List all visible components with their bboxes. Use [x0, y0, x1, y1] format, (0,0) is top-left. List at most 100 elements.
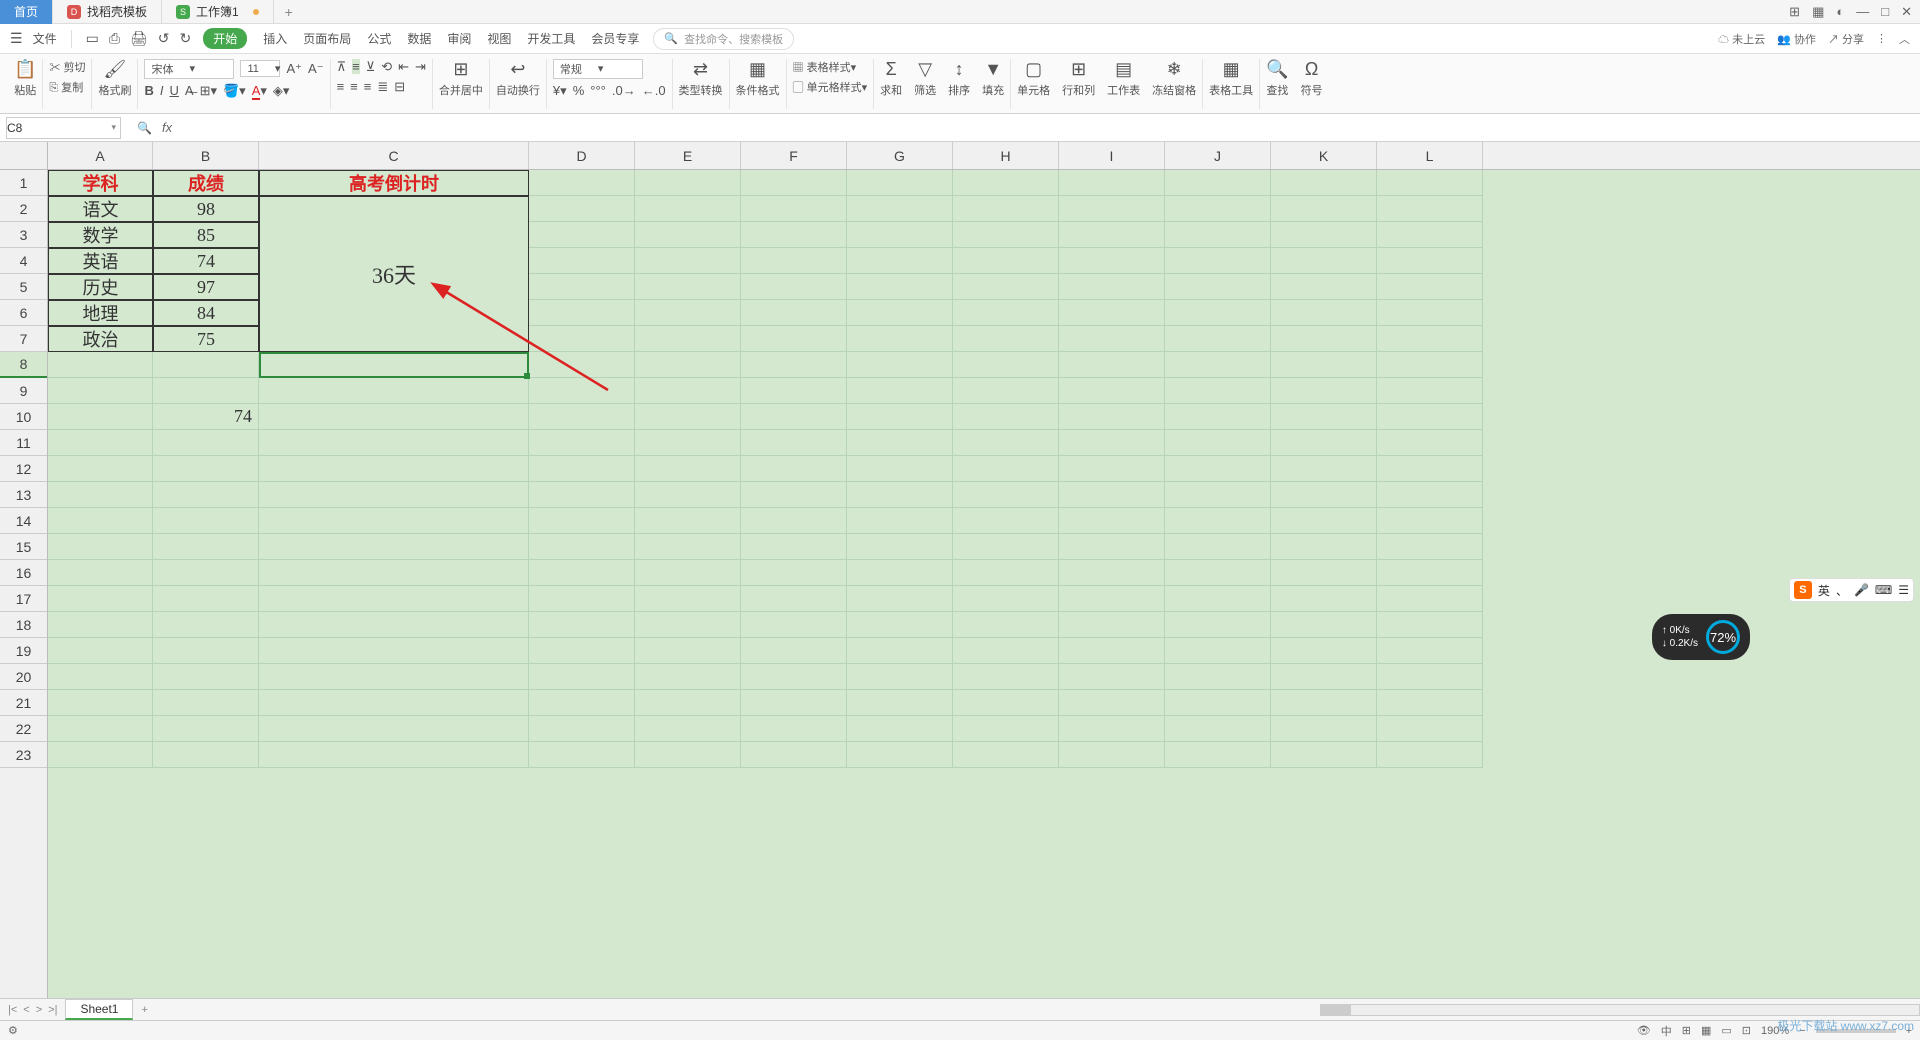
select-all-corner[interactable]	[0, 142, 48, 170]
underline-button[interactable]: U	[170, 83, 179, 98]
phonetic-button[interactable]: ◈▾	[273, 83, 290, 99]
cell-A21[interactable]	[48, 690, 153, 716]
cell-E19[interactable]	[635, 638, 741, 664]
cell-I18[interactable]	[1059, 612, 1165, 638]
view-break-icon[interactable]: ▭	[1721, 1024, 1731, 1037]
row-header-7[interactable]: 7	[0, 326, 47, 352]
cell-E12[interactable]	[635, 456, 741, 482]
cell-F14[interactable]	[741, 508, 847, 534]
cell-F7[interactable]	[741, 326, 847, 352]
cell-D19[interactable]	[529, 638, 635, 664]
cell-L18[interactable]	[1377, 612, 1483, 638]
cell-B21[interactable]	[153, 690, 259, 716]
cell-E9[interactable]	[635, 378, 741, 404]
cell-F4[interactable]	[741, 248, 847, 274]
cell-J9[interactable]	[1165, 378, 1271, 404]
user-icon[interactable]: ◐	[1836, 4, 1844, 19]
cell-L3[interactable]	[1377, 222, 1483, 248]
cell-A20[interactable]	[48, 664, 153, 690]
cell-F5[interactable]	[741, 274, 847, 300]
symbol-button[interactable]: Ω符号	[1301, 59, 1323, 98]
table-style-button[interactable]: ▦ 表格样式▾	[793, 59, 868, 75]
cell-L16[interactable]	[1377, 560, 1483, 586]
cell-D4[interactable]	[529, 248, 635, 274]
cell-C22[interactable]	[259, 716, 529, 742]
cell-A13[interactable]	[48, 482, 153, 508]
cell-L22[interactable]	[1377, 716, 1483, 742]
cell-I16[interactable]	[1059, 560, 1165, 586]
cell-H19[interactable]	[953, 638, 1059, 664]
add-sheet-button[interactable]: +	[133, 1004, 155, 1016]
cell-J7[interactable]	[1165, 326, 1271, 352]
cell-button[interactable]: ▢单元格	[1017, 59, 1050, 98]
cell-B19[interactable]	[153, 638, 259, 664]
cell-E22[interactable]	[635, 716, 741, 742]
search-fx-icon[interactable]: 🔍	[137, 121, 152, 135]
cell-G10[interactable]	[847, 404, 953, 430]
cell-F16[interactable]	[741, 560, 847, 586]
cell-A5[interactable]: 历史	[48, 274, 153, 300]
indent-right-icon[interactable]: ⇥	[415, 59, 426, 75]
new-tab-button[interactable]: +	[274, 4, 304, 20]
cell-A3[interactable]: 数学	[48, 222, 153, 248]
cell-C17[interactable]	[259, 586, 529, 612]
redo-icon[interactable]: ↻	[180, 30, 192, 47]
cell-D13[interactable]	[529, 482, 635, 508]
cell-E13[interactable]	[635, 482, 741, 508]
cell-I11[interactable]	[1059, 430, 1165, 456]
cell-A10[interactable]	[48, 404, 153, 430]
cut-button[interactable]: ✂ 剪切	[49, 59, 85, 75]
cell-E16[interactable]	[635, 560, 741, 586]
row-header-14[interactable]: 14	[0, 508, 47, 534]
cell-J20[interactable]	[1165, 664, 1271, 690]
cell-K12[interactable]	[1271, 456, 1377, 482]
cell-L23[interactable]	[1377, 742, 1483, 768]
cell-B23[interactable]	[153, 742, 259, 768]
row-header-22[interactable]: 22	[0, 716, 47, 742]
view-page-icon[interactable]: ▦	[1701, 1024, 1711, 1037]
comma-icon[interactable]: °°°	[590, 83, 606, 98]
cell-D14[interactable]	[529, 508, 635, 534]
fill-color-button[interactable]: 🪣▾	[223, 83, 246, 99]
cell-F19[interactable]	[741, 638, 847, 664]
cell-C16[interactable]	[259, 560, 529, 586]
row-header-16[interactable]: 16	[0, 560, 47, 586]
cell-A1[interactable]: 学科	[48, 170, 153, 196]
cell-F11[interactable]	[741, 430, 847, 456]
cell-J22[interactable]	[1165, 716, 1271, 742]
cell-J11[interactable]	[1165, 430, 1271, 456]
cell-C20[interactable]	[259, 664, 529, 690]
cell-J4[interactable]	[1165, 248, 1271, 274]
cell-F21[interactable]	[741, 690, 847, 716]
undo-icon[interactable]: ↺	[158, 30, 170, 47]
collapse-ribbon-icon[interactable]: ︿	[1899, 31, 1910, 47]
grid-icon[interactable]: ▦	[1812, 4, 1824, 20]
cell-I10[interactable]	[1059, 404, 1165, 430]
cell-B10[interactable]: 74	[153, 404, 259, 430]
align-bottom-icon[interactable]: ⊻	[366, 59, 376, 75]
cell-K13[interactable]	[1271, 482, 1377, 508]
cell-L21[interactable]	[1377, 690, 1483, 716]
col-header-F[interactable]: F	[741, 142, 847, 169]
cell-C19[interactable]	[259, 638, 529, 664]
cell-K17[interactable]	[1271, 586, 1377, 612]
cell-A7[interactable]: 政治	[48, 326, 153, 352]
cell-I19[interactable]	[1059, 638, 1165, 664]
cell-L20[interactable]	[1377, 664, 1483, 690]
cell-G4[interactable]	[847, 248, 953, 274]
cell-K21[interactable]	[1271, 690, 1377, 716]
cell-L1[interactable]	[1377, 170, 1483, 196]
print-icon[interactable]: 🖨	[130, 30, 148, 47]
cell-H11[interactable]	[953, 430, 1059, 456]
cell-F18[interactable]	[741, 612, 847, 638]
row-header-11[interactable]: 11	[0, 430, 47, 456]
border-button[interactable]: ⊞▾	[200, 83, 217, 99]
cell-J21[interactable]	[1165, 690, 1271, 716]
cell-J10[interactable]	[1165, 404, 1271, 430]
cell-H23[interactable]	[953, 742, 1059, 768]
cell-E18[interactable]	[635, 612, 741, 638]
cell-B14[interactable]	[153, 508, 259, 534]
row-header-20[interactable]: 20	[0, 664, 47, 690]
filter-button[interactable]: ▽筛选	[914, 59, 936, 98]
cell-I22[interactable]	[1059, 716, 1165, 742]
